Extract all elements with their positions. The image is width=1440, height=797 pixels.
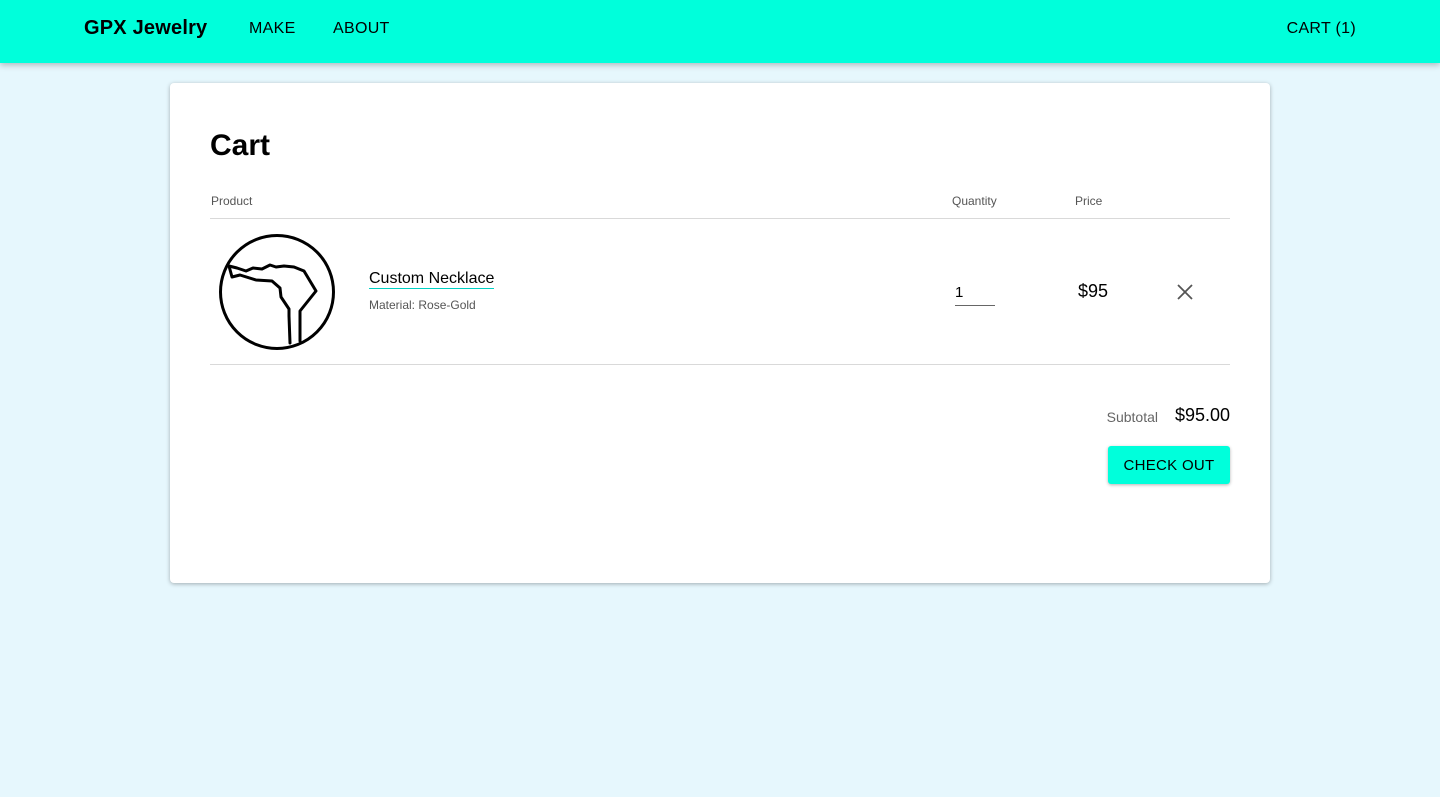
- necklace-route-icon[interactable]: [218, 233, 336, 351]
- column-header-product: Product: [211, 194, 253, 208]
- checkout-button[interactable]: CHECK OUT: [1108, 446, 1230, 484]
- table-divider: [210, 218, 1230, 219]
- nav-about-link[interactable]: ABOUT: [333, 20, 390, 38]
- subtotal-value: $95.00: [1174, 405, 1230, 425]
- column-header-quantity: Quantity: [952, 194, 997, 208]
- item-price: $95: [1078, 281, 1109, 301]
- quantity-input[interactable]: [955, 279, 995, 306]
- nav-make-link[interactable]: MAKE: [249, 20, 296, 38]
- page-title: Cart: [210, 129, 271, 162]
- column-header-price: Price: [1075, 194, 1103, 208]
- table-divider: [210, 364, 1230, 365]
- subtotal-label: Subtotal: [1106, 409, 1158, 425]
- cart-card: Cart Product Quantity Price Custom Neckl…: [170, 83, 1270, 583]
- product-name-link[interactable]: Custom Necklace: [369, 270, 495, 289]
- close-icon[interactable]: [1174, 281, 1196, 303]
- top-navbar: GPX Jewelry MAKE ABOUT CART (1): [0, 0, 1440, 63]
- brand-logo[interactable]: GPX Jewelry: [84, 17, 207, 40]
- product-material: Material: Rose-Gold: [369, 298, 476, 312]
- nav-cart-link[interactable]: CART (1): [1287, 20, 1356, 38]
